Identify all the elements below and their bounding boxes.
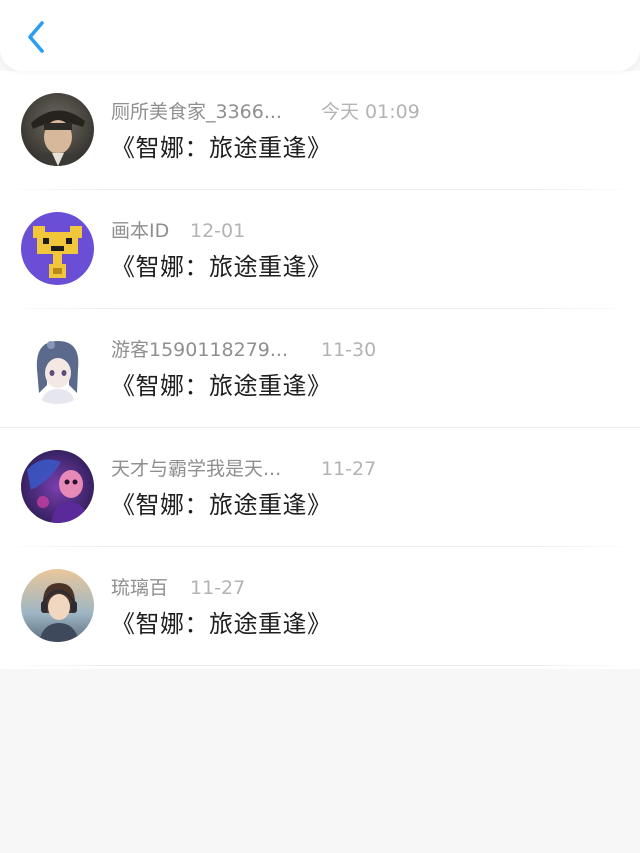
comment-text: 《智娜：旅途重逢》 xyxy=(111,491,332,519)
top-bar xyxy=(0,0,640,71)
pixel-creature-avatar-icon xyxy=(21,212,94,285)
comment-list: 厕所美食家_3366... 今天 01:09 《智娜：旅途重逢》 画本ID 12… xyxy=(0,71,640,669)
empty-area xyxy=(0,669,640,853)
comment-text: 《智娜：旅途重逢》 xyxy=(111,610,332,638)
purple-character-avatar-icon xyxy=(21,450,94,523)
commenter-name[interactable]: 琉璃百 xyxy=(111,574,168,602)
comment-text: 《智娜：旅途重逢》 xyxy=(111,134,332,162)
commenter-name[interactable]: 游客1590118279... xyxy=(111,336,288,364)
comment-item[interactable]: 琉璃百 11-27 《智娜：旅途重逢》 xyxy=(0,547,640,666)
anime-girl-avatar-icon xyxy=(21,331,94,404)
avatar[interactable] xyxy=(21,331,94,404)
comment-time: 11-27 xyxy=(190,577,246,599)
comment-time: 11-27 xyxy=(321,458,377,480)
avatar[interactable] xyxy=(21,212,94,285)
comment-time: 今天 01:09 xyxy=(321,101,420,123)
divider xyxy=(0,665,640,666)
comment-text: 《智娜：旅途重逢》 xyxy=(111,372,332,400)
comment-item[interactable]: 游客1590118279... 11-30 《智娜：旅途重逢》 xyxy=(0,309,640,428)
avatar[interactable] xyxy=(21,450,94,523)
comment-item[interactable]: 天才与霸学我是天... 11-27 《智娜：旅途重逢》 xyxy=(0,428,640,547)
avatar[interactable] xyxy=(21,93,94,166)
comment-text: 《智娜：旅途重逢》 xyxy=(111,253,332,281)
commenter-name[interactable]: 天才与霸学我是天... xyxy=(111,455,281,483)
anime-headphones-avatar-icon xyxy=(21,569,94,642)
comment-time: 11-30 xyxy=(321,339,377,361)
comment-item[interactable]: 厕所美食家_3366... 今天 01:09 《智娜：旅途重逢》 xyxy=(0,71,640,190)
comment-item[interactable]: 画本ID 12-01 《智娜：旅途重逢》 xyxy=(0,190,640,309)
man-flat-cap-avatar-icon xyxy=(21,93,94,166)
back-button[interactable] xyxy=(18,18,54,56)
avatar[interactable] xyxy=(21,569,94,642)
comment-time: 12-01 xyxy=(190,220,246,242)
commenter-name[interactable]: 厕所美食家_3366... xyxy=(111,98,282,126)
chevron-left-icon xyxy=(28,21,44,53)
commenter-name[interactable]: 画本ID xyxy=(111,217,169,245)
